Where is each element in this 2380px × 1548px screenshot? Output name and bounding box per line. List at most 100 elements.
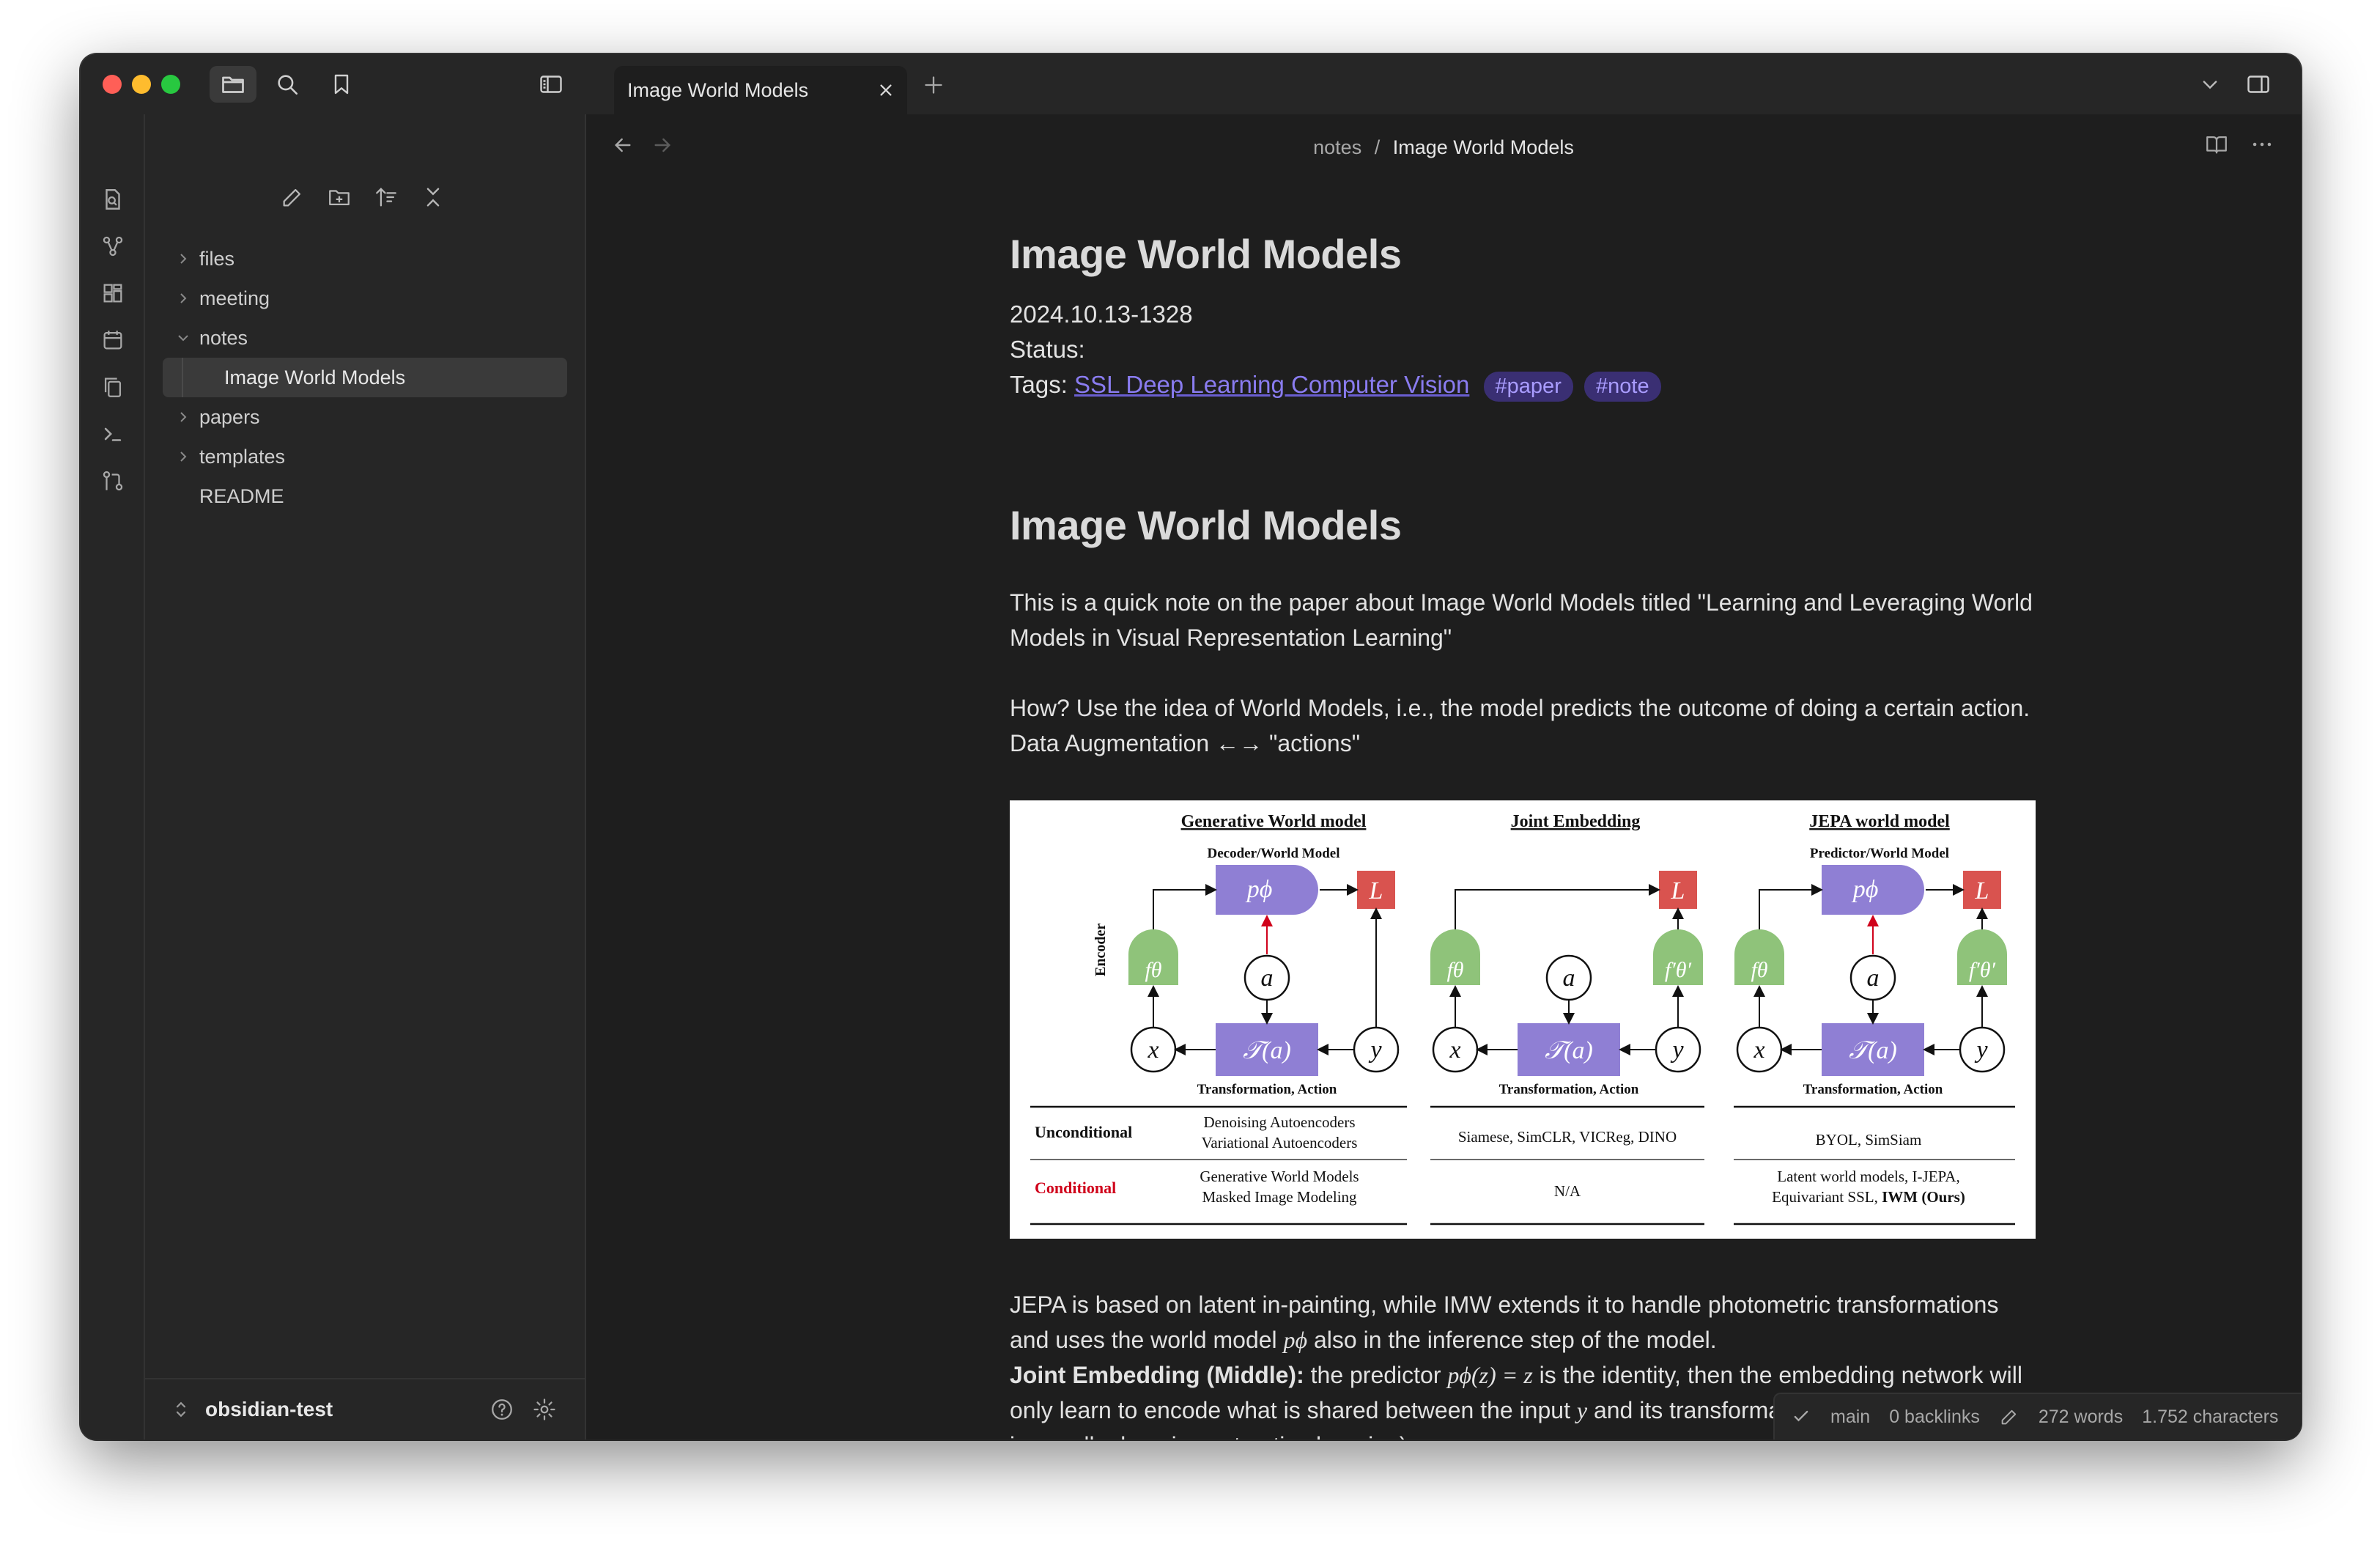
jepa-input-x-label: x	[1753, 1036, 1764, 1064]
folder-icon	[222, 76, 244, 93]
graph-view-button[interactable]	[98, 232, 128, 261]
jepa-input-y-label: y	[1974, 1036, 1988, 1064]
command-palette-button[interactable]	[98, 419, 128, 449]
dashboard-icon	[103, 284, 122, 303]
terminal-icon	[104, 427, 122, 441]
status-bar: main 0 backlinks 272 words 1.752 charact…	[1773, 1393, 2301, 1440]
bookmarks-button[interactable]	[318, 66, 365, 103]
more-horizontal-icon	[2252, 142, 2272, 147]
note-title[interactable]: Image World Models	[1010, 230, 1402, 278]
calendar-icon	[103, 331, 122, 350]
chevron-right-icon	[180, 412, 187, 422]
templates-button[interactable]	[98, 372, 128, 402]
search-button[interactable]	[264, 66, 311, 103]
gen-input-y-label: y	[1368, 1036, 1382, 1064]
indent-guide	[182, 358, 183, 397]
graph-icon	[103, 236, 123, 257]
vault-name[interactable]: obsidian-test	[205, 1398, 333, 1421]
minimize-window-button[interactable]	[132, 75, 151, 94]
tree-item-label: meeting	[199, 287, 270, 309]
folder-templates[interactable]: templates	[145, 437, 585, 476]
reading-view-button[interactable]	[2204, 132, 2229, 157]
folder-notes[interactable]: notes	[145, 318, 585, 358]
section-heading: Image World Models	[1010, 502, 1402, 548]
breadcrumb-folder[interactable]: notes	[1313, 136, 1361, 158]
math-identity: pϕ(z) = z	[1447, 1362, 1533, 1388]
zoom-window-button[interactable]	[161, 75, 180, 94]
plus-icon	[925, 76, 942, 94]
tags-label: Tags:	[1010, 371, 1068, 398]
cell-gen-uncond-2: Variational Autoencoders	[1202, 1134, 1358, 1151]
je-transform-label: 𝒯(a)	[1545, 1037, 1593, 1064]
gen-title: Generative World model	[1181, 812, 1367, 831]
tree-item-label: Image World Models	[224, 366, 406, 388]
jepa-loss-label: L	[1975, 877, 1989, 904]
tag-links[interactable]: SSL Deep Learning Computer Vision	[1074, 371, 1469, 398]
new-folder-button[interactable]	[324, 182, 355, 213]
sort-button[interactable]	[371, 182, 402, 213]
help-button[interactable]	[489, 1397, 514, 1422]
je-input-x-label: x	[1449, 1036, 1460, 1064]
folder-papers[interactable]: papers	[145, 397, 585, 437]
cell-jepa-cond-bold: IWM (Ours)	[1882, 1188, 1965, 1206]
collapse-icon	[426, 188, 440, 207]
pencil-icon[interactable]	[1999, 1407, 2019, 1427]
gear-icon	[533, 1398, 555, 1420]
jepa-encoder-prime-label: f′θ′	[1969, 958, 1996, 982]
gen-loss-label: L	[1369, 877, 1383, 904]
tab-list-button[interactable]	[2187, 66, 2233, 103]
settings-button[interactable]	[532, 1397, 557, 1422]
view-actions	[2204, 132, 2274, 157]
cell-je-cond: N/A	[1554, 1182, 1581, 1200]
gen-action-label: a	[1261, 965, 1274, 992]
quick-switcher-button[interactable]	[98, 185, 128, 214]
character-count: 1.752 characters	[2142, 1406, 2279, 1427]
new-tab-button[interactable]	[917, 69, 950, 101]
breadcrumb-current[interactable]: Image World Models	[1393, 136, 1574, 158]
math-y: y	[1576, 1397, 1588, 1423]
git-branch[interactable]: main	[1830, 1407, 1870, 1428]
je-encoder-label: fθ	[1446, 958, 1463, 982]
collapse-all-button[interactable]	[418, 182, 448, 213]
close-tab-button[interactable]	[875, 79, 897, 101]
jepa-arrow-enc-to-pred	[1759, 884, 1823, 929]
para4-bold: Joint Embedding (Middle):	[1010, 1362, 1304, 1388]
gen-encoder-label: fθ	[1145, 958, 1161, 982]
file-explorer: files meeting notes Image World Models p…	[145, 114, 586, 1440]
gen-predictor-label: pϕ	[1246, 876, 1273, 903]
figure-diagram: Encoder Generative World model Decoder/Wo…	[1030, 812, 2015, 1226]
file-readme[interactable]: README	[145, 476, 585, 516]
close-window-button[interactable]	[103, 75, 122, 94]
canvas-button[interactable]	[98, 279, 128, 308]
check-icon	[1794, 1410, 1808, 1422]
chevron-down-icon	[2203, 81, 2217, 89]
je-input-y-label: y	[1670, 1036, 1684, 1064]
more-options-button[interactable]	[2250, 132, 2274, 157]
file-image-world-models[interactable]: Image World Models	[163, 358, 567, 397]
tree-item-label: templates	[199, 445, 286, 468]
tag-paper[interactable]: #paper	[1483, 372, 1573, 402]
folder-meeting[interactable]: meeting	[145, 279, 585, 318]
math-p-phi: pϕ	[1283, 1327, 1308, 1353]
file-explorer-toolbar	[277, 182, 448, 213]
tag-note[interactable]: #note	[1584, 372, 1661, 402]
close-icon	[880, 84, 892, 96]
jepa-transform-label: 𝒯(a)	[1849, 1037, 1897, 1064]
toggle-left-sidebar-button[interactable]	[528, 66, 574, 103]
backlinks-count[interactable]: 0 backlinks	[1889, 1407, 1980, 1428]
vault-switcher-button[interactable]	[170, 1398, 192, 1420]
toggle-right-sidebar-button[interactable]	[2235, 66, 2282, 103]
gen-arrow-enc-to-pred	[1153, 884, 1217, 929]
file-explorer-button[interactable]	[210, 66, 256, 103]
note-date: 2024.10.13-1328	[1010, 301, 1193, 328]
copy-icon	[104, 377, 122, 397]
para4-text-a: the predictor	[1304, 1362, 1448, 1388]
tab-image-world-models[interactable]: Image World Models	[614, 66, 907, 114]
folder-files[interactable]: files	[145, 239, 585, 279]
encoder-label: Encoder	[1093, 924, 1109, 976]
git-button[interactable]	[98, 466, 128, 495]
cell-gen-uncond-1: Denoising Autoencoders	[1203, 1113, 1355, 1131]
daily-note-button[interactable]	[98, 325, 128, 355]
new-note-button[interactable]	[277, 182, 308, 213]
gen-caption: Transformation, Action	[1197, 1082, 1337, 1097]
